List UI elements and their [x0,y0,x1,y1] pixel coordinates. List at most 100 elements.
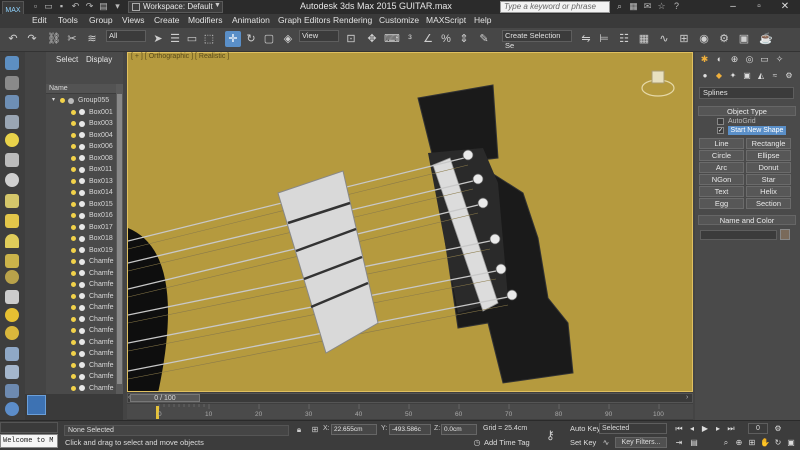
previous-frame-icon[interactable]: ◂ [686,423,698,434]
shapes-icon[interactable]: ◆ [713,70,725,82]
cylinder-primitive-icon[interactable] [5,254,19,268]
ribbon-tool-icon[interactable] [5,173,19,187]
light-bulb-icon[interactable] [71,247,76,253]
minimize-icon[interactable]: – [720,0,746,14]
light-bulb-icon[interactable] [71,132,76,138]
pan-view-icon[interactable]: ✋ [759,437,771,448]
light-bulb-icon[interactable] [71,362,76,368]
list-item[interactable]: Box014 [46,187,116,199]
orbit-icon[interactable]: ↻ [772,437,784,448]
light-bulb-icon[interactable] [71,121,76,126]
ribbon-tool-icon[interactable] [5,76,19,90]
ribbon-tool-icon[interactable] [5,347,19,361]
edit-named-selection-icon[interactable]: ✎ [476,31,492,47]
sun-icon[interactable] [5,308,19,322]
maxscript-listener-input[interactable] [0,422,58,433]
key-icon[interactable]: ⚷ [546,428,555,442]
light-bulb-icon[interactable] [71,201,76,207]
set-key-button[interactable]: Set Key [570,438,596,447]
list-item[interactable]: Chamfe [46,360,116,372]
list-item[interactable]: Chamfe [46,348,116,360]
light-bulb-icon[interactable] [71,259,76,264]
line-button[interactable]: Line [699,138,744,149]
light-bulb-icon[interactable] [71,144,76,149]
geometry-icon[interactable]: ● [699,70,711,82]
help-icon[interactable]: ? [671,1,682,12]
light-bulb-icon[interactable] [71,155,76,161]
keyboard-shortcut-override-icon[interactable]: ⌨ [384,31,400,47]
box-primitive-icon[interactable] [5,214,19,228]
list-item[interactable]: Chamfe [46,383,116,395]
list-item[interactable]: Chamfe [46,268,116,280]
ribbon-tool-icon[interactable] [5,365,19,379]
bind-space-warp-icon[interactable]: ≋ [84,31,100,47]
open-file-icon[interactable]: ▭ [43,1,54,12]
space-warps-icon[interactable]: ≈ [769,70,781,82]
light-bulb-icon[interactable] [71,167,76,172]
helpers-icon[interactable]: ◭ [755,70,767,82]
lock-icon[interactable]: 🔒︎ [294,425,304,435]
add-time-tag-button[interactable]: Add Time Tag [484,438,530,447]
star-button[interactable]: Star [746,174,791,185]
layer-explorer-icon[interactable]: ☷ [616,31,632,47]
text-button[interactable]: Text [699,186,744,197]
start-new-shape-checkbox[interactable]: ✓ [717,127,724,134]
pivot-center-icon[interactable]: ⊡ [343,31,359,47]
select-by-name-icon[interactable]: ☰ [167,31,183,47]
angle-snap-icon[interactable]: ∠ [420,31,436,47]
category-dropdown[interactable]: Splines [699,87,794,99]
light-bulb-icon[interactable] [71,351,76,356]
menu-help[interactable]: Help [474,15,491,25]
select-and-rotate-icon[interactable]: ↻ [243,31,259,47]
menu-graph-editors[interactable]: Graph Editors [278,15,330,25]
absolute-mode-icon[interactable]: ⊞ [310,425,320,435]
ribbon-tool-icon[interactable] [5,115,19,129]
key-filters-button[interactable]: Key Filters... [615,437,667,448]
ribbon-tool-icon[interactable] [5,384,19,398]
light-bulb-icon[interactable] [71,282,76,287]
section-button[interactable]: Section [746,198,791,209]
communication-center-icon[interactable]: ✉ [642,1,653,12]
rendered-frame-window-icon[interactable]: ▣ [736,31,752,47]
torus-primitive-icon[interactable] [5,270,19,284]
arc-button[interactable]: Arc [699,162,744,173]
object-name-input[interactable] [700,230,777,240]
light-bulb-icon[interactable] [71,305,76,310]
favorites-icon[interactable]: ☆ [656,1,667,12]
modify-tab-icon[interactable]: ◐ [713,53,726,66]
create-tab-icon[interactable]: ✱ [698,53,711,66]
undo-icon[interactable]: ↶ [70,1,81,12]
snaps-toggle-icon[interactable]: ³ [402,31,418,47]
subscription-icon[interactable]: ▦ [628,1,639,12]
unlink-icon[interactable]: ✂ [64,31,80,47]
autogrid-checkbox[interactable] [717,118,724,125]
select-and-link-icon[interactable]: ⛓ [46,31,62,47]
helix-button[interactable]: Helix [746,186,791,197]
auto-key-button[interactable]: Auto Key [570,424,600,433]
list-item[interactable]: Box001 [46,107,116,119]
rollout-name-and-color[interactable]: Name and Color [698,215,796,225]
light-bulb-icon[interactable] [71,224,76,230]
list-item[interactable]: Chamfe [46,291,116,303]
slider-prev-icon[interactable]: ‹ [128,394,130,401]
menu-rendering[interactable]: Rendering [333,15,372,25]
light-bulb-icon[interactable] [71,109,76,115]
ribbon-tool-icon[interactable] [5,194,19,208]
material-editor-icon[interactable]: ◉ [696,31,712,47]
key-mode-icon[interactable]: ⇥ [673,437,685,448]
undo-icon[interactable]: ↶ [5,31,21,47]
ngon-button[interactable]: NGon [699,174,744,185]
save-file-icon[interactable]: ▪ [56,1,67,12]
y-coordinate-field[interactable]: -493.586c [389,424,431,435]
systems-icon[interactable]: ⚙ [783,70,795,82]
light-bulb-icon[interactable] [71,316,76,322]
search-icon[interactable]: ⌕ [614,1,625,12]
curve-editor-icon[interactable]: ∿ [656,31,672,47]
menu-maxscript[interactable]: MAXScript [426,15,466,25]
redo-icon[interactable]: ↷ [84,1,95,12]
view-cube[interactable] [641,70,675,97]
key-mode-dropdown[interactable]: Selected [599,423,667,434]
motion-tab-icon[interactable]: ◎ [743,53,756,66]
object-color-swatch[interactable] [780,229,790,240]
circle-button[interactable]: Circle [699,150,744,161]
